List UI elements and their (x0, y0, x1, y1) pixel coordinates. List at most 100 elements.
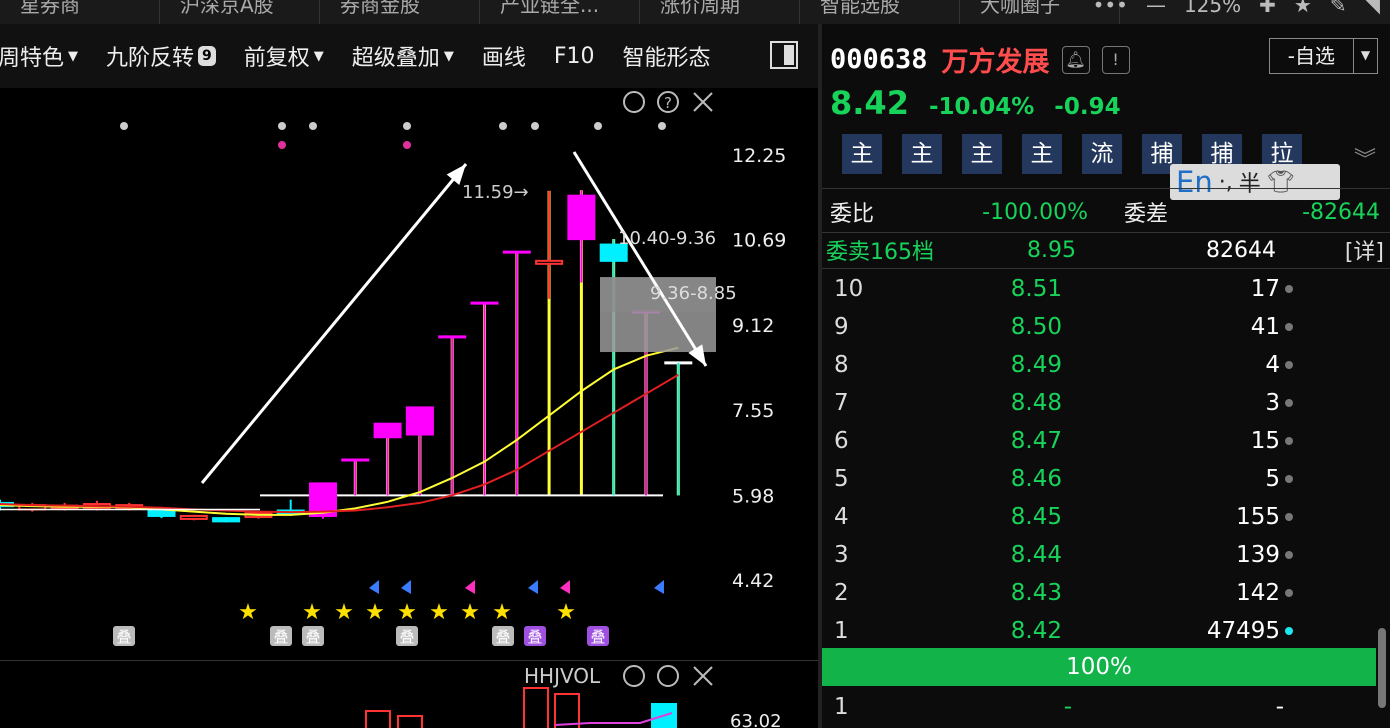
ime-width[interactable]: 半 (1239, 166, 1261, 198)
alert-icon[interactable]: ! (1101, 45, 1130, 74)
order-dot-icon (1285, 475, 1293, 483)
top-tab[interactable]: 产业链全... (480, 0, 640, 24)
ask-qty: 15 (1250, 428, 1280, 454)
plus-icon[interactable]: ✚ (1259, 0, 1276, 24)
signal-tag[interactable]: 主 (1022, 134, 1062, 174)
orderbook-row[interactable]: 2 8.43 142 (822, 574, 1380, 612)
caret-down-icon: ▼ (443, 48, 454, 64)
ask-qty: 155 (1236, 504, 1280, 530)
signal-tag[interactable]: 主 (962, 134, 1002, 174)
scrollbar[interactable] (1378, 628, 1386, 708)
bid-row[interactable]: 1 - - (822, 688, 1380, 726)
chart-toolbar: 周特色 ▼ 九阶反转 9 前复权 ▼ 超级叠加 ▼ 画线 F10 智能形态 (0, 24, 818, 88)
caret-down-icon: ▼ (313, 48, 324, 64)
ask-price: 8.47 (1010, 428, 1062, 454)
chevron-down-icon[interactable]: ▼ (1353, 39, 1377, 73)
orderbook-row[interactable]: 4 8.45 155 (822, 498, 1380, 536)
orderbook-row[interactable]: 3 8.44 139 (822, 536, 1380, 574)
toolbar-fore-adjust[interactable]: 前复权 ▼ (244, 40, 324, 72)
bid-qty: - (1275, 694, 1284, 720)
orderbook-row[interactable]: 1 8.42 47495 (822, 612, 1380, 650)
toolbar-nine-reversal[interactable]: 九阶反转 9 (106, 40, 216, 72)
flag-icon (401, 580, 411, 594)
volume-axis-label: 63.02 (730, 711, 782, 728)
ask-qty: 142 (1236, 580, 1280, 606)
bid-level: 1 (834, 694, 849, 720)
toolbar-f10[interactable]: F10 (554, 44, 595, 69)
stock-code: 000638 (830, 44, 928, 75)
signal-dot-icon (531, 122, 539, 130)
orderbook-row[interactable]: 8 8.49 4 (822, 346, 1380, 384)
pen-icon[interactable]: ✎ (1330, 0, 1347, 24)
settings-icon (623, 665, 645, 687)
order-dot-icon (1285, 551, 1293, 559)
ask-qty: 5 (1265, 466, 1280, 492)
chevron-double-down-icon[interactable]: ︾ (1354, 142, 1376, 174)
overlay-badge-text: 叠 (527, 628, 542, 646)
bell-icon[interactable]: 🔔︎ (1061, 45, 1090, 74)
star-icon: ★ (429, 600, 449, 625)
ask-level: 3 (834, 542, 849, 568)
stock-name[interactable]: 万方发展 (942, 40, 1050, 79)
signal-dot-icon (403, 122, 411, 130)
top-tab[interactable]: 星券商 (0, 0, 160, 24)
ask-qty: 3 (1265, 390, 1280, 416)
chart-canvas[interactable]: ? 12.25 10.69 9.12 7.55 5.98 4.42 11.59→ 10.40-9… (0, 88, 818, 660)
watchlist-label: -自选 (1287, 44, 1335, 68)
signal-tag[interactable]: 主 (842, 134, 882, 174)
nine-badge: 9 (198, 46, 216, 66)
toolbar-draw-line[interactable]: 画线 (482, 40, 526, 72)
zoom-level[interactable]: 125% (1184, 0, 1241, 24)
top-tab[interactable]: 沪深京A股 (160, 0, 320, 24)
detail-link[interactable]: [详] (1345, 234, 1384, 266)
range-annotation-1: 10.40-9.36 (618, 228, 716, 249)
skin-icon[interactable]: 👕︎ (1267, 170, 1295, 195)
top-tab[interactable]: 涨价周期 (640, 0, 800, 24)
watchlist-button[interactable]: -自选 ▼ (1268, 38, 1378, 74)
ime-mode[interactable]: En (1176, 165, 1213, 199)
candlestick-chart[interactable]: ? 12.25 10.69 9.12 7.55 5.98 4.42 11.59→ 10.40-9… (0, 88, 818, 660)
panel-toggle-icon[interactable] (770, 41, 798, 69)
price-axis-label: 4.42 (732, 570, 774, 592)
price-axis-label: 5.98 (732, 485, 774, 507)
divider (822, 268, 1390, 269)
signal-tag[interactable]: 流 (1082, 134, 1122, 174)
overlay-badge-text: 叠 (495, 628, 510, 646)
candle-body (535, 259, 564, 265)
ask-price: 8.49 (1010, 352, 1062, 378)
top-tab[interactable]: 券商金股 (320, 0, 480, 24)
order-dot-icon (1285, 361, 1293, 369)
orderbook-row[interactable]: 6 8.47 15 (822, 422, 1380, 460)
candle-body (179, 514, 208, 520)
star-icon: ★ (556, 600, 576, 625)
volume-bar (365, 710, 391, 728)
signal-dot-icon (403, 141, 411, 149)
toolbar-super-overlay[interactable]: 超级叠加 ▼ (352, 40, 454, 72)
orderbook-row[interactable]: 7 8.48 3 (822, 384, 1380, 422)
toolbar-smart-pattern[interactable]: 智能形态 (622, 40, 710, 72)
expand-icon[interactable]: ◥ (1365, 0, 1380, 24)
help-icon (657, 665, 679, 687)
minus-icon[interactable]: — (1146, 0, 1166, 24)
signal-dot-icon (278, 122, 286, 130)
ime-punct[interactable]: ·, (1219, 170, 1233, 195)
signal-dot-icon (278, 141, 286, 149)
ime-toolbar[interactable]: En ·, 半 👕︎ (1170, 164, 1340, 200)
ask-summary: 委卖165档 8.95 82644 [详] (826, 234, 1384, 266)
settings-icon (623, 91, 645, 113)
orderbook-row[interactable]: 10 8.51 17 (822, 270, 1380, 308)
toolbar-weekly-feature[interactable]: 周特色 ▼ (0, 40, 78, 72)
top-tab[interactable]: 智能选股 (800, 0, 960, 24)
ask-price: 8.45 (1010, 504, 1062, 530)
signal-tag[interactable]: 主 (902, 134, 942, 174)
star-icon[interactable]: ★ (1294, 0, 1312, 24)
more-icon[interactable]: ••• (1093, 0, 1128, 24)
signal-dot-icon (309, 122, 317, 130)
volume-panel[interactable]: HHJVOL 63.02 (0, 661, 818, 728)
orderbook-row[interactable]: 5 8.46 5 (822, 460, 1380, 498)
orderbook-row[interactable]: 9 8.50 41 (822, 308, 1380, 346)
flag-icon (560, 580, 570, 594)
candle-body (405, 406, 434, 436)
price-axis-label: 10.69 (732, 230, 786, 252)
price-row: 8.42 -10.04% -0.94 (830, 84, 1121, 122)
